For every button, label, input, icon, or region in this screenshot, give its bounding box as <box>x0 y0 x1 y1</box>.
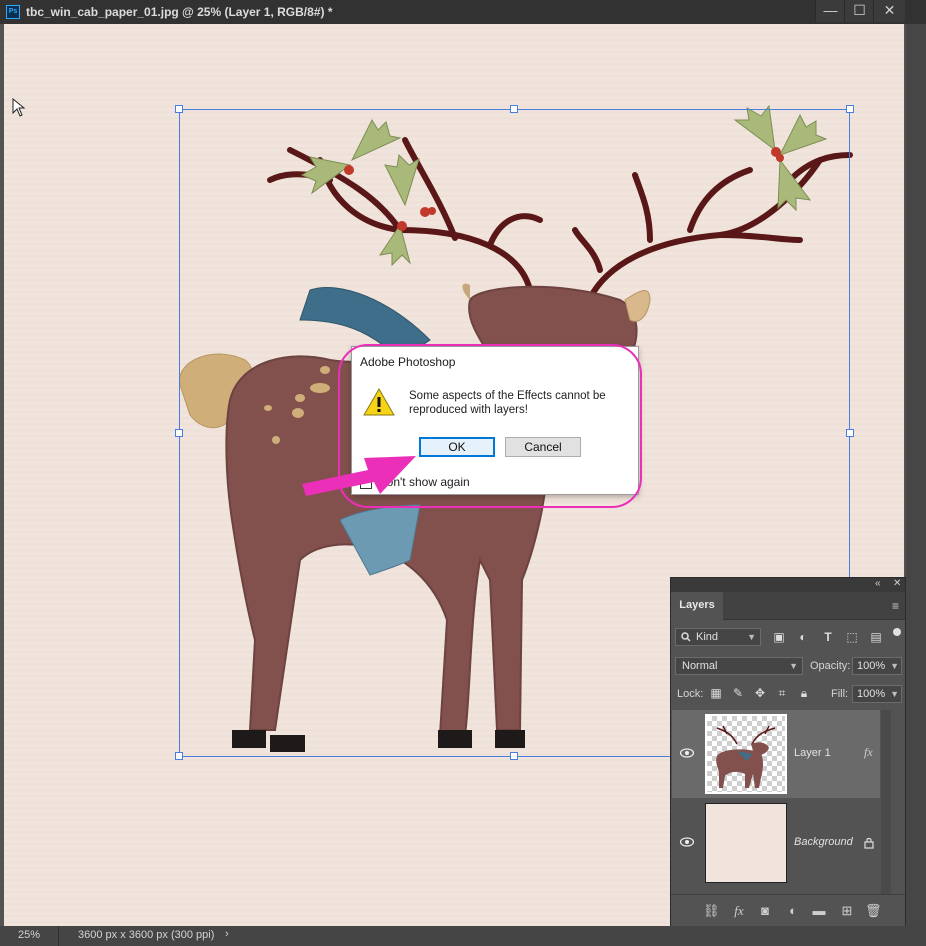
lock-position-icon[interactable]: ✥ <box>753 686 767 700</box>
visibility-eye-icon[interactable] <box>680 748 694 758</box>
dialog-message: Some aspects of the Effects cannot be re… <box>409 390 606 416</box>
filter-toggle-icon[interactable] <box>893 628 901 636</box>
background-layer-name[interactable]: Background <box>794 836 853 848</box>
lock-all-icon[interactable]: 🔒︎ <box>797 686 811 700</box>
opacity-label: Opacity: <box>810 660 851 672</box>
filter-smart-object-icon[interactable]: ▤ <box>869 630 883 644</box>
adjustment-icon[interactable]: ◐ <box>785 903 801 919</box>
chevron-down-icon: ▼ <box>747 632 756 642</box>
status-menu-chevron-icon[interactable]: › <box>225 928 229 940</box>
transform-handle-top[interactable] <box>510 105 518 113</box>
blend-mode-select[interactable]: Normal ▼ <box>675 657 803 675</box>
layer-1-name[interactable]: Layer 1 <box>794 747 831 759</box>
filter-type-icon[interactable]: T <box>821 630 835 644</box>
layer-row-layer-1[interactable]: Layer 1 fx ⌄ <box>672 710 888 798</box>
filter-shape-icon[interactable]: ⬚ <box>845 630 859 644</box>
layer-row-background[interactable]: Background <box>672 799 880 887</box>
lock-image-pixels-icon[interactable]: ✎ <box>731 686 745 700</box>
lock-transparent-pixels-icon[interactable]: ▦ <box>709 686 723 700</box>
mouse-cursor-icon <box>12 98 26 117</box>
antlers <box>267 137 853 301</box>
search-icon <box>681 632 691 642</box>
layers-footer-toolbar: ⛓ fx ◙ ◐ ▬ ⊞ 🗑︎ <box>671 894 905 926</box>
deer-hooves <box>232 730 525 752</box>
collapse-panel-icon[interactable]: « <box>875 578 881 589</box>
panel-tab-row: Layers ≡ <box>671 592 905 620</box>
layer-effects-fx-icon[interactable]: fx <box>864 745 873 760</box>
fill-label: Fill: <box>831 688 849 700</box>
chevron-down-icon: ▼ <box>890 689 899 699</box>
filter-pixel-icon[interactable]: ▣ <box>772 630 786 644</box>
layer-filter-kind-select[interactable]: Kind ▼ <box>675 628 761 646</box>
opacity-input[interactable]: 100% ▼ <box>852 657 902 675</box>
ok-button[interactable]: OK <box>419 437 495 457</box>
close-panel-icon[interactable]: ✕ <box>893 578 901 589</box>
transform-handle-top-left[interactable] <box>175 105 183 113</box>
status-bar: 25% 3600 px x 3600 px (300 ppi) › <box>0 926 926 946</box>
panel-menu-icon[interactable]: ≡ <box>892 599 899 613</box>
transform-handle-bottom-left[interactable] <box>175 752 183 760</box>
deer-ear <box>624 290 651 322</box>
panel-header-strip: « ✕ <box>671 578 905 592</box>
status-divider <box>58 926 59 946</box>
holly-leaves <box>300 104 828 267</box>
annotation-arrow-icon <box>302 456 416 496</box>
visibility-eye-icon[interactable] <box>680 837 694 847</box>
filter-kind-label: Kind <box>696 631 719 643</box>
zoom-level[interactable]: 25% <box>18 929 40 941</box>
mask-icon[interactable]: ◙ <box>757 903 773 919</box>
dialog-title: Adobe Photoshop <box>360 355 456 369</box>
fx-icon[interactable]: fx <box>731 903 747 919</box>
document-size: 3600 px x 3600 px (300 ppi) <box>78 929 215 941</box>
lock-icon <box>864 837 874 849</box>
filter-adjustment-icon[interactable]: ◐ <box>796 630 810 644</box>
transform-handle-bottom[interactable] <box>510 752 518 760</box>
cancel-button[interactable]: Cancel <box>505 437 581 457</box>
fill-value: 100% <box>857 688 886 700</box>
layers-panel: « ✕ Layers ≡ Kind ▼ ▣ ◐ T ⬚ ▤ Normal ▼ O… <box>670 577 906 926</box>
fill-input[interactable]: 100% ▼ <box>852 685 902 703</box>
trash-icon[interactable]: 🗑︎ <box>865 903 882 919</box>
transform-handle-left[interactable] <box>175 429 183 437</box>
lock-label: Lock: <box>677 688 704 700</box>
lock-artboard-icon[interactable]: ⌗ <box>775 686 789 700</box>
layer-thumbnail-deer-icon <box>716 725 776 788</box>
new-layer-icon[interactable]: ⊞ <box>839 903 855 919</box>
layers-scrollbar[interactable] <box>881 710 891 894</box>
folder-icon[interactable]: ▬ <box>811 903 827 919</box>
chevron-down-icon: ▼ <box>789 661 798 671</box>
blend-mode-value: Normal <box>682 660 718 672</box>
transform-handle-right[interactable] <box>846 429 854 437</box>
link-icon[interactable]: ⛓ <box>703 903 720 919</box>
background-thumbnail[interactable] <box>705 803 787 883</box>
opacity-value: 100% <box>857 660 886 672</box>
tab-layers[interactable]: Layers <box>671 592 723 620</box>
warning-icon <box>363 387 395 416</box>
chevron-down-icon: ▼ <box>890 661 899 671</box>
layer-1-thumbnail[interactable] <box>705 714 787 794</box>
transform-handle-top-right[interactable] <box>846 105 854 113</box>
